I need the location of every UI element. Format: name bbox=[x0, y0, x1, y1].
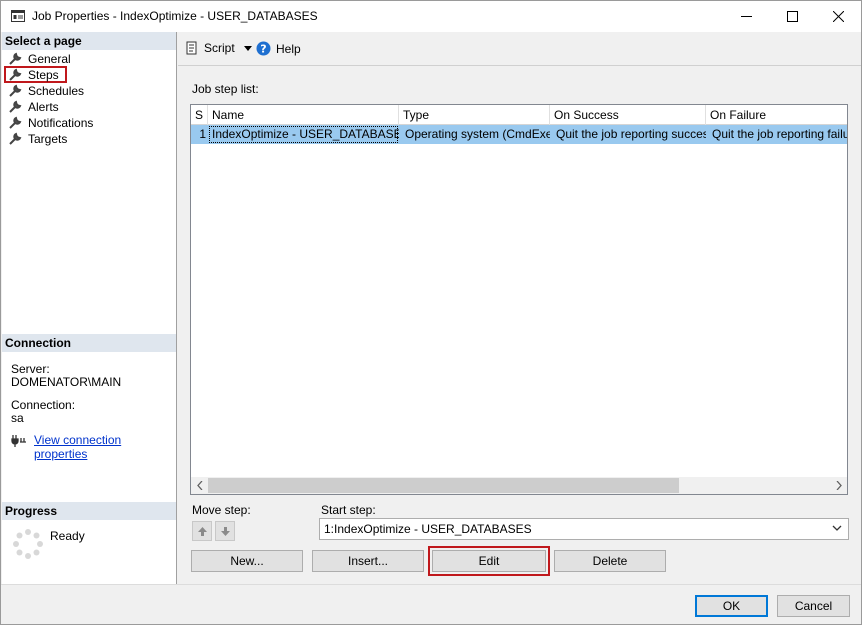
scroll-right-button[interactable] bbox=[830, 477, 847, 494]
svg-text:?: ? bbox=[260, 43, 266, 56]
chevron-left-icon bbox=[196, 481, 202, 490]
wrench-icon bbox=[9, 52, 22, 65]
cell-on-failure: Quit the job reporting failure bbox=[712, 127, 847, 141]
job-step-grid[interactable]: S Name Type On Success On Failure 1 Inde… bbox=[190, 104, 848, 495]
page-item-label: Alerts bbox=[28, 99, 59, 114]
move-step-down-button[interactable] bbox=[215, 521, 235, 541]
page-item-label: Notifications bbox=[28, 115, 94, 130]
dialog-footer: OK Cancel bbox=[1, 584, 861, 624]
server-value: DOMENATOR\MAIN bbox=[11, 375, 122, 389]
move-step-up-button[interactable] bbox=[192, 521, 212, 541]
script-icon bbox=[186, 41, 197, 55]
table-row[interactable]: 1 IndexOptimize - USER_DATABASES Operati… bbox=[191, 125, 847, 144]
script-button[interactable]: Script bbox=[185, 41, 252, 55]
job-properties-window: Job Properties - IndexOptimize - USER_DA… bbox=[0, 0, 862, 625]
minimize-button[interactable] bbox=[723, 1, 769, 32]
arrow-up-icon bbox=[197, 526, 207, 536]
horizontal-scrollbar[interactable] bbox=[191, 477, 847, 494]
maximize-button[interactable] bbox=[769, 1, 815, 32]
select-page-header: Select a page bbox=[2, 32, 176, 50]
delete-step-button[interactable]: Delete bbox=[554, 550, 666, 572]
window-title: Job Properties - IndexOptimize - USER_DA… bbox=[32, 9, 318, 23]
properties-window-icon bbox=[11, 10, 25, 22]
page-item-label: Schedules bbox=[28, 83, 85, 98]
cell-step: 1 bbox=[199, 127, 206, 141]
page-item-label: Targets bbox=[28, 131, 68, 146]
job-step-list-label: Job step list: bbox=[192, 82, 259, 96]
wrench-icon bbox=[9, 132, 22, 145]
start-step-value: 1:IndexOptimize - USER_DATABASES bbox=[324, 522, 532, 536]
minimize-icon bbox=[740, 16, 752, 17]
chevron-down-icon bbox=[243, 45, 252, 51]
help-button[interactable]: ? Help bbox=[256, 41, 301, 56]
column-header-on-success[interactable]: On Success bbox=[550, 105, 706, 125]
page-item-notifications[interactable]: Notifications bbox=[6, 115, 93, 130]
page-item-label: Steps bbox=[28, 67, 59, 82]
column-header-name[interactable]: Name bbox=[208, 105, 399, 125]
start-step-label: Start step: bbox=[321, 503, 376, 517]
page-item-steps[interactable]: Steps bbox=[4, 66, 67, 83]
connection-header: Connection bbox=[2, 334, 176, 352]
column-header-step[interactable]: S bbox=[191, 105, 208, 125]
page-item-schedules[interactable]: Schedules bbox=[6, 83, 84, 98]
scrollbar-thumb[interactable] bbox=[208, 478, 679, 493]
column-header-type[interactable]: Type bbox=[399, 105, 550, 125]
insert-step-button[interactable]: Insert... bbox=[312, 550, 424, 572]
cell-on-success: Quit the job reporting success bbox=[556, 127, 706, 141]
close-button[interactable] bbox=[815, 1, 861, 32]
new-step-button[interactable]: New... bbox=[191, 550, 303, 572]
page-item-label: General bbox=[28, 51, 71, 66]
start-step-select[interactable]: 1:IndexOptimize - USER_DATABASES bbox=[319, 518, 849, 540]
chevron-right-icon bbox=[836, 481, 842, 490]
maximize-icon bbox=[786, 11, 798, 22]
connection-plug-icon bbox=[11, 435, 26, 447]
connection-label: Connection: bbox=[11, 398, 76, 412]
page-item-targets[interactable]: Targets bbox=[6, 131, 67, 146]
close-icon bbox=[832, 11, 844, 22]
page-item-general[interactable]: General bbox=[6, 51, 71, 66]
wrench-icon bbox=[9, 116, 22, 129]
chevron-down-icon bbox=[832, 525, 842, 531]
left-panel: Select a page General Steps Schedules Al… bbox=[2, 32, 177, 584]
page-item-alerts[interactable]: Alerts bbox=[6, 99, 59, 114]
scroll-left-button[interactable] bbox=[191, 477, 208, 494]
server-label: Server: bbox=[11, 362, 50, 376]
toolbar: Script ? Help bbox=[178, 32, 861, 66]
grid-header: S Name Type On Success On Failure bbox=[191, 105, 847, 125]
wrench-icon bbox=[9, 68, 22, 81]
title-bar: Job Properties - IndexOptimize - USER_DA… bbox=[1, 1, 861, 32]
steps-page: Script ? Help Job step list: S Name Type… bbox=[178, 32, 861, 584]
edit-step-button[interactable]: Edit bbox=[432, 550, 546, 572]
cancel-button[interactable]: Cancel bbox=[777, 595, 850, 617]
progress-spinner-icon bbox=[13, 529, 43, 559]
arrow-down-icon bbox=[220, 526, 230, 536]
connection-value: sa bbox=[11, 411, 24, 425]
help-label: Help bbox=[276, 41, 301, 56]
wrench-icon bbox=[9, 100, 22, 113]
wrench-icon bbox=[9, 84, 22, 97]
script-label: Script bbox=[204, 41, 235, 55]
cell-name: IndexOptimize - USER_DATABASES bbox=[208, 125, 399, 144]
move-step-label: Move step: bbox=[192, 503, 251, 517]
progress-status: Ready bbox=[50, 529, 85, 543]
cell-type: Operating system (CmdExec) bbox=[405, 127, 550, 141]
view-connection-properties-link[interactable]: View connection properties bbox=[34, 433, 176, 461]
ok-button[interactable]: OK bbox=[695, 595, 768, 617]
column-header-on-failure[interactable]: On Failure bbox=[706, 105, 847, 125]
progress-header: Progress bbox=[2, 502, 176, 520]
help-icon: ? bbox=[256, 41, 271, 56]
